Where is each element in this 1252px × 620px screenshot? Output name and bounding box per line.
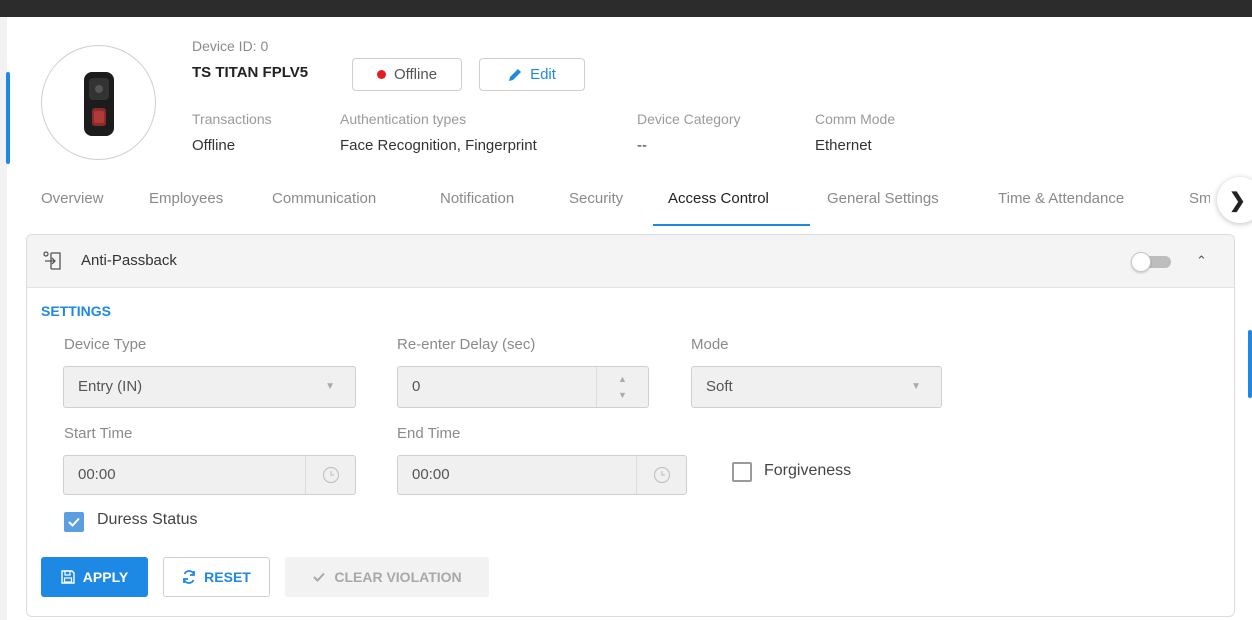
tab-overview[interactable]: Overview [41,186,104,226]
settings-section-title: SETTINGS [41,303,112,319]
reenter-delay-label: Re-enter Delay (sec) [397,336,536,353]
duress-status-label: Duress Status [97,511,198,528]
tab-time-attendance[interactable]: Time & Attendance [998,186,1124,226]
save-icon [61,570,75,584]
tab-access-control[interactable]: Access Control [668,186,769,226]
device-type-label: Device Type [64,336,147,353]
mode-label: Mode [691,336,729,353]
check-icon [68,517,80,527]
start-time-value: 00:00 [78,466,116,483]
tab-security[interactable]: Security [569,186,623,226]
end-time-picker-button[interactable] [636,456,686,494]
reset-label: RESET [204,569,251,585]
anti-passback-card: Anti-Passback ⌃ SETTINGS Device Type Ent… [26,234,1235,617]
transactions-label: Transactions [192,111,272,127]
caret-down-icon: ▼ [325,381,335,392]
card-header[interactable]: Anti-Passback ⌃ [27,235,1234,288]
spin-up-icon[interactable]: ▲ [597,374,648,384]
start-time-picker-button[interactable] [305,456,355,494]
forgiveness-label: Forgiveness [764,462,852,479]
status-offline-label: Offline [393,66,438,83]
forgiveness-checkbox[interactable] [732,462,752,482]
device-avatar [41,45,156,160]
comm-mode-value: Ethernet [815,137,872,154]
right-scrollbar-thumb[interactable] [1248,330,1252,398]
device-image-icon [84,72,114,136]
tab-employees[interactable]: Employees [149,186,223,226]
end-time-value: 00:00 [412,466,450,483]
mode-value: Soft [706,378,733,395]
active-tab-underline [653,224,810,226]
spin-down-icon[interactable]: ▼ [597,390,648,400]
left-scroll-indicator [6,72,10,164]
tab-general-settings[interactable]: General Settings [827,186,939,226]
device-id-label: Device ID: 0 [192,38,269,54]
tab-communication[interactable]: Communication [272,186,376,226]
end-time-input[interactable]: 00:00 [397,455,687,495]
refresh-icon [183,570,196,584]
reset-button[interactable]: RESET [163,557,270,597]
caret-down-icon: ▼ [911,381,921,392]
duress-status-checkbox[interactable] [64,512,84,532]
chevron-right-icon: ❯ [1229,189,1246,212]
clock-icon [653,466,670,484]
transactions-value: Offline [192,137,236,154]
tab-notification[interactable]: Notification [440,186,514,226]
apply-label: APPLY [82,569,129,585]
end-time-label: End Time [397,425,461,442]
device-type-select[interactable]: Entry (IN) ▼ [63,366,356,408]
status-offline-button[interactable]: Offline [352,58,462,91]
edit-button[interactable]: Edit [479,58,585,91]
device-name: TS TITAN FPLV5 [192,64,309,81]
apply-button[interactable]: APPLY [41,557,148,597]
reenter-delay-stepper[interactable]: ▲ ▼ [596,367,648,407]
tabs-next-button[interactable]: ❯ [1217,177,1252,223]
clear-violation-label: CLEAR VIOLATION [334,569,462,585]
start-time-label: Start Time [64,425,133,442]
reenter-delay-input[interactable]: 0 ▲ ▼ [397,366,649,408]
device-category-value: -- [637,137,647,154]
offline-dot-icon [376,70,386,79]
card-title: Anti-Passback [81,252,177,269]
comm-mode-label: Comm Mode [815,111,896,127]
mode-select[interactable]: Soft ▼ [691,366,942,408]
anti-passback-toggle[interactable] [1131,252,1173,272]
auth-types-label: Authentication types [340,111,467,127]
tab-more[interactable]: Sm [1189,186,1212,226]
check-icon [313,572,326,582]
clear-violation-button[interactable]: CLEAR VIOLATION [285,557,489,597]
auth-types-value: Face Recognition, Fingerprint [340,137,537,154]
door-icon [43,251,61,270]
reenter-delay-value: 0 [412,378,421,395]
chevron-up-icon[interactable]: ⌃ [1196,253,1207,269]
toggle-knob [1131,252,1151,272]
clock-icon [322,466,339,484]
edit-label: Edit [530,66,556,83]
pencil-icon [509,68,522,81]
device-category-label: Device Category [637,111,741,127]
top-bar [0,0,1252,17]
device-type-value: Entry (IN) [78,378,143,395]
start-time-input[interactable]: 00:00 [63,455,356,495]
